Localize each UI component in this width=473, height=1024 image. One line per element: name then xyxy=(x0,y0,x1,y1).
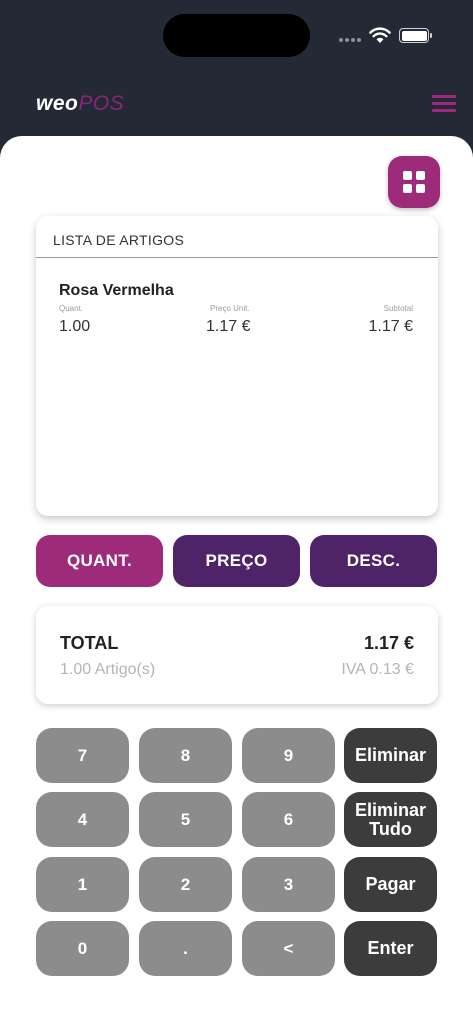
menu-icon[interactable] xyxy=(432,95,456,113)
delete-all-button[interactable]: Eliminar Tudo xyxy=(344,792,437,847)
item-name: Rosa Vermelha xyxy=(59,282,174,299)
key-1[interactable]: 1 xyxy=(36,857,129,912)
key-7[interactable]: 7 xyxy=(36,728,129,783)
signal-icon xyxy=(339,38,361,42)
unit-price-value: 1.17 € xyxy=(206,318,251,335)
pay-button[interactable]: Pagar xyxy=(344,857,437,912)
vat-amount: IVA 0.13 € xyxy=(341,661,414,678)
battery-icon xyxy=(399,28,432,43)
key-4[interactable]: 4 xyxy=(36,792,129,847)
camera-notch xyxy=(163,14,310,57)
weopos-logo: weoPOS xyxy=(36,92,125,115)
article-list-title: LISTA DE ARTIGOS xyxy=(36,216,438,258)
grid-view-button[interactable] xyxy=(388,156,440,208)
key-decimal[interactable]: . xyxy=(139,921,232,976)
main-content: LISTA DE ARTIGOS Rosa Vermelha Quant. Pr… xyxy=(0,136,473,1024)
qty-label: Quant. xyxy=(59,304,84,313)
enter-button[interactable]: Enter xyxy=(344,921,437,976)
wifi-icon xyxy=(369,27,391,43)
total-label: TOTAL xyxy=(60,633,119,653)
key-0[interactable]: 0 xyxy=(36,921,129,976)
app-header: weoPOS xyxy=(0,82,473,126)
subtotal-value: 1.17 € xyxy=(368,318,413,335)
discount-mode-button[interactable]: DESC. xyxy=(310,535,437,587)
key-2[interactable]: 2 xyxy=(139,857,232,912)
total-card: TOTAL 1.17 € 1.00 Artigo(s) IVA 0.13 € xyxy=(36,606,438,704)
unit-price-label: Preço Unit. xyxy=(210,304,250,313)
qty-value: 1.00 xyxy=(59,318,91,335)
delete-button[interactable]: Eliminar xyxy=(344,728,437,783)
key-3[interactable]: 3 xyxy=(242,857,335,912)
list-item[interactable]: Rosa Vermelha Quant. Preço Unit. Subtota… xyxy=(59,282,413,338)
article-list-card: LISTA DE ARTIGOS Rosa Vermelha Quant. Pr… xyxy=(36,216,438,516)
key-9[interactable]: 9 xyxy=(242,728,335,783)
status-bar xyxy=(0,0,473,70)
key-6[interactable]: 6 xyxy=(242,792,335,847)
item-count: 1.00 Artigo(s) xyxy=(60,661,156,678)
subtotal-label: Subtotal xyxy=(383,304,413,313)
backspace-key[interactable]: < xyxy=(242,921,335,976)
quantity-mode-button[interactable]: QUANT. xyxy=(36,535,163,587)
key-5[interactable]: 5 xyxy=(139,792,232,847)
total-value: 1.17 € xyxy=(363,633,414,653)
key-8[interactable]: 8 xyxy=(139,728,232,783)
price-mode-button[interactable]: PREÇO xyxy=(173,535,300,587)
